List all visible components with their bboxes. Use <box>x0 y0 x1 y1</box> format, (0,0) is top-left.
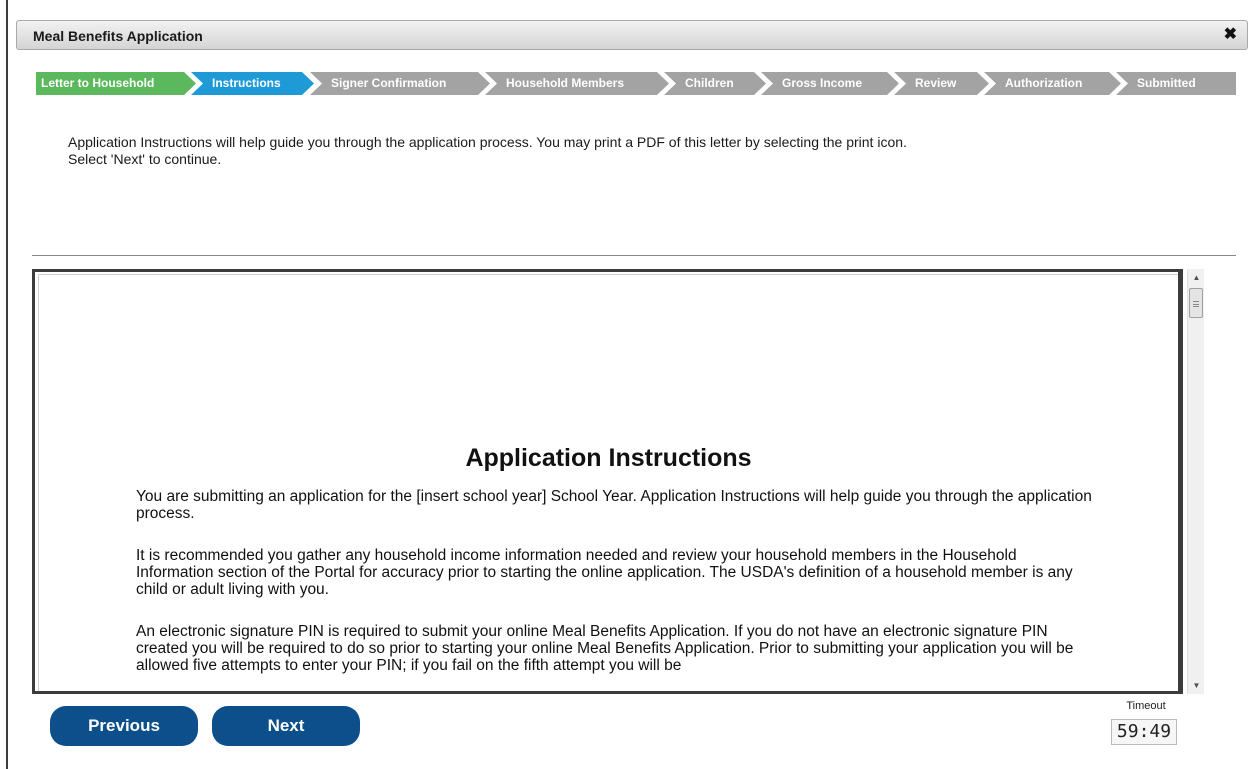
document-page: Application Instructions You are submitt… <box>38 274 1178 691</box>
step-gross-income[interactable]: Gross Income <box>761 72 899 95</box>
intro-text: Application Instructions will help guide… <box>68 134 1188 168</box>
step-letter-to-household[interactable]: Letter to Household <box>36 72 196 95</box>
step-children[interactable]: Children <box>664 72 766 95</box>
step-signer-confirmation[interactable]: Signer Confirmation <box>310 72 490 95</box>
scroll-thumb[interactable] <box>1189 288 1203 318</box>
previous-button[interactable]: Previous <box>50 706 198 746</box>
step-review[interactable]: Review <box>894 72 989 95</box>
dialog-title: Meal Benefits Application <box>33 28 203 44</box>
dialog-titlebar: Meal Benefits Application ✖ <box>16 20 1248 50</box>
document-paragraph: An electronic signature PIN is required … <box>136 623 1074 674</box>
step-authorization[interactable]: Authorization <box>984 72 1121 95</box>
intro-line-1: Application Instructions will help guide… <box>68 134 907 150</box>
timeout-countdown: 59:49 <box>1111 719 1177 745</box>
step-household-members[interactable]: Household Members <box>485 72 669 95</box>
step-submitted[interactable]: Submitted <box>1116 72 1236 95</box>
document-scrollbar[interactable]: ▲ ▼ <box>1187 269 1204 694</box>
next-button[interactable]: Next <box>212 706 360 746</box>
step-instructions[interactable]: Instructions <box>191 72 314 95</box>
section-divider <box>32 255 1236 256</box>
scroll-up-arrow-icon[interactable]: ▲ <box>1188 269 1205 286</box>
document-paragraph: You are submitting an application for th… <box>136 488 1092 522</box>
intro-line-2: Select 'Next' to continue. <box>68 151 222 167</box>
document-title: Application Instructions <box>465 444 752 472</box>
timeout-label: Timeout <box>1126 700 1166 712</box>
meal-benefits-dialog: Meal Benefits Application ✖ Letter to Ho… <box>16 14 1248 754</box>
scroll-grip-icon <box>1193 301 1199 307</box>
document-paragraph: It is recommended you gather any househo… <box>136 547 1073 598</box>
scroll-down-arrow-icon[interactable]: ▼ <box>1188 677 1205 694</box>
step-progress-bar: Letter to Household Instructions Signer … <box>36 72 1236 95</box>
close-icon[interactable]: ✖ <box>1224 26 1237 44</box>
pdf-document-viewer[interactable]: Application Instructions You are submitt… <box>32 269 1183 694</box>
window-edge <box>6 0 8 769</box>
